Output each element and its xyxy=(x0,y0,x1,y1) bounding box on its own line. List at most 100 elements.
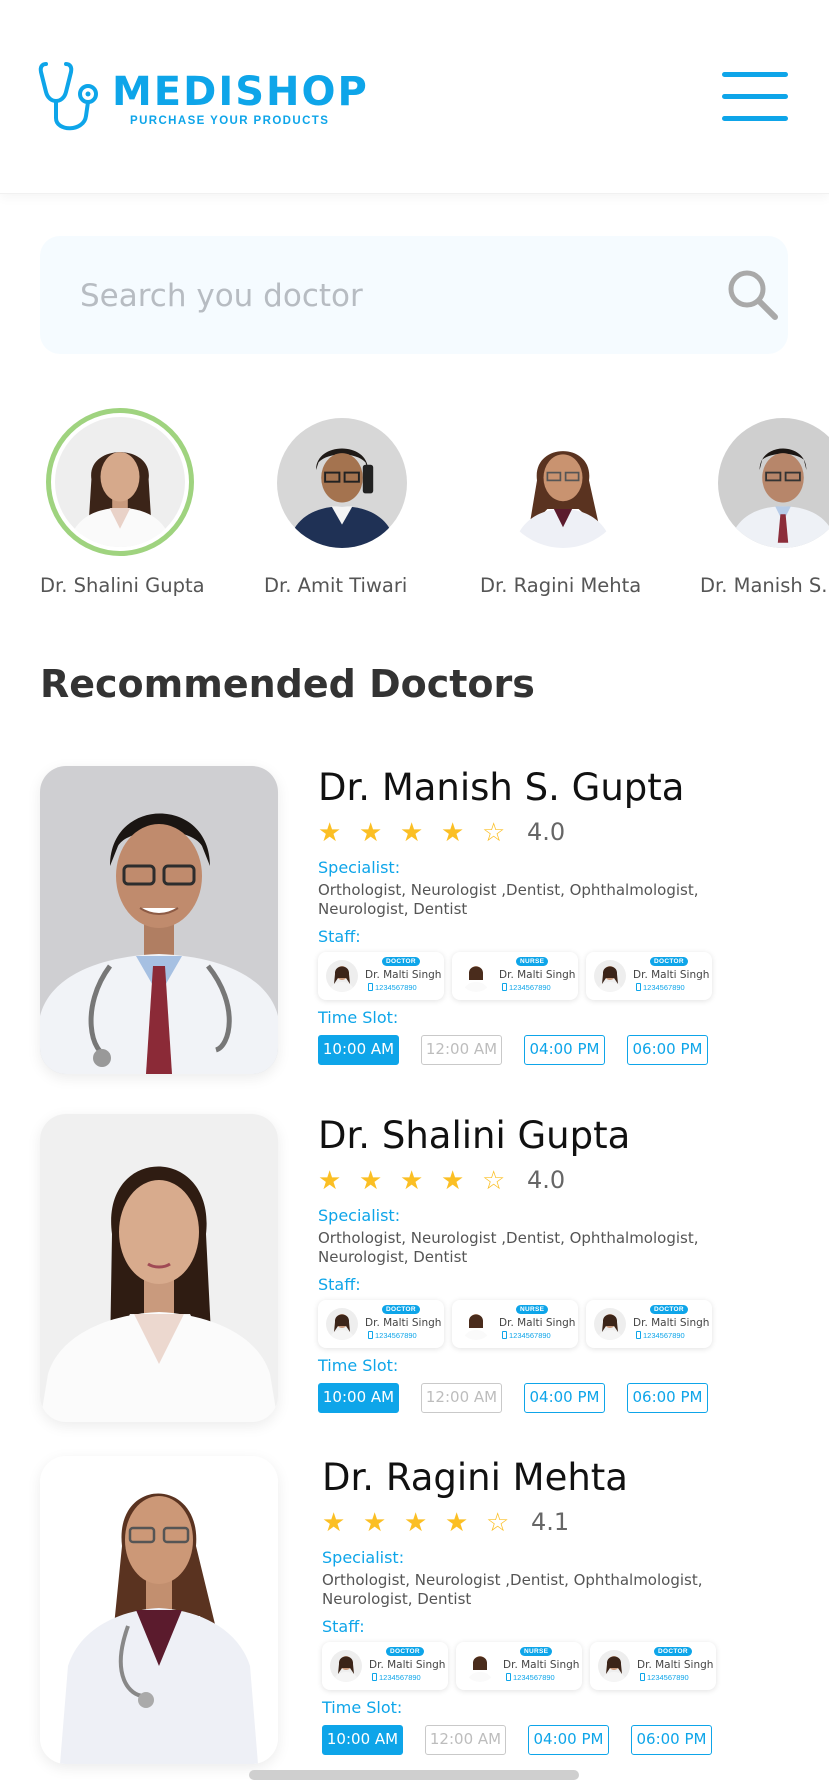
time-slot-button[interactable]: 04:00 PM xyxy=(528,1725,609,1755)
staff-role-badge: DOCTOR xyxy=(382,957,420,966)
avatar xyxy=(718,418,829,548)
time-slot-list: 10:00 AM 12:00 AM 04:00 PM 06:00 PM xyxy=(322,1725,802,1755)
staff-name: Dr. Malti Singh xyxy=(499,1317,576,1329)
staff-list: DOCTOR Dr. Malti Singh 1234567890 NURSE … xyxy=(318,952,798,1000)
star-icon: ★ xyxy=(441,1165,465,1195)
staff-phone: 1234567890 xyxy=(640,1673,689,1682)
specialist-label: Specialist: xyxy=(318,858,401,877)
time-slot-button[interactable]: 06:00 PM xyxy=(627,1035,708,1065)
rating: ★ ★ ★ ★ ☆ 4.0 xyxy=(318,1162,798,1198)
staff-list: DOCTOR Dr. Malti Singh 1234567890 NURSE … xyxy=(322,1642,802,1690)
star-icon: ★ xyxy=(363,1507,387,1537)
time-slot-label: Time Slot: xyxy=(322,1698,403,1717)
time-slot-button[interactable]: 04:00 PM xyxy=(524,1035,605,1065)
specialist-label: Specialist: xyxy=(322,1548,405,1567)
staff-role-badge: DOCTOR xyxy=(654,1647,692,1656)
time-slot-button[interactable]: 10:00 AM xyxy=(318,1035,399,1065)
staff-role-badge: DOCTOR xyxy=(650,1305,688,1314)
specialist-text: Orthologist, Neurologist ,Dentist, Ophth… xyxy=(318,1229,699,1266)
search-input[interactable] xyxy=(80,266,660,326)
specialist-label: Specialist: xyxy=(318,1206,401,1225)
time-slot-button[interactable]: 12:00 AM xyxy=(421,1383,502,1413)
staff-card[interactable]: DOCTOR Dr. Malti Singh 1234567890 xyxy=(586,952,712,1000)
time-slot-button[interactable]: 12:00 AM xyxy=(421,1035,502,1065)
avatar xyxy=(46,408,194,556)
staff-phone: 1234567890 xyxy=(506,1673,555,1682)
section-title: Recommended Doctors xyxy=(40,662,535,706)
brand-logo[interactable]: MEDISHOP PURCHASE YOUR PRODUCTS xyxy=(38,58,369,136)
staff-phone: 1234567890 xyxy=(502,983,551,992)
staff-card[interactable]: DOCTOR Dr. Malti Singh 1234567890 xyxy=(586,1300,712,1348)
staff-card[interactable]: DOCTOR Dr. Malti Singh 1234567890 xyxy=(590,1642,716,1690)
staff-label: Staff: xyxy=(322,1617,365,1636)
avatar xyxy=(326,960,358,992)
staff-card[interactable]: DOCTOR Dr. Malti Singh 1234567890 xyxy=(322,1642,448,1690)
staff-role-badge: DOCTOR xyxy=(382,1305,420,1314)
doctor-strip-item-manish[interactable]: Dr. Manish S. xyxy=(698,408,829,608)
doctor-strip-name: Dr. Manish S. xyxy=(700,574,828,597)
star-icon: ★ xyxy=(400,1165,424,1195)
star-icon: ★ xyxy=(445,1507,469,1537)
doctor-name: Dr. Manish S. Gupta xyxy=(318,766,685,809)
doctor-strip-item-ragini[interactable]: Dr. Ragini Mehta xyxy=(478,408,678,608)
doctor-strip-item-shalini[interactable]: Dr. Shalini Gupta xyxy=(40,408,242,608)
staff-card[interactable]: DOCTOR Dr. Malti Singh 1234567890 xyxy=(318,952,444,1000)
staff-phone: 1234567890 xyxy=(372,1673,421,1682)
app-header: MEDISHOP PURCHASE YOUR PRODUCTS xyxy=(0,0,829,194)
staff-name: Dr. Malti Singh xyxy=(637,1659,714,1671)
time-slot-list: 10:00 AM 12:00 AM 04:00 PM 06:00 PM xyxy=(318,1035,798,1065)
time-slot-button[interactable]: 04:00 PM xyxy=(524,1383,605,1413)
star-empty-icon: ☆ xyxy=(482,1165,506,1195)
search-icon[interactable] xyxy=(724,266,782,324)
staff-list: DOCTOR Dr. Malti Singh 1234567890 NURSE … xyxy=(318,1300,798,1348)
staff-card[interactable]: DOCTOR Dr. Malti Singh 1234567890 xyxy=(318,1300,444,1348)
staff-name: Dr. Malti Singh xyxy=(499,969,576,981)
staff-name: Dr. Malti Singh xyxy=(633,969,710,981)
time-slot-label: Time Slot: xyxy=(318,1356,399,1375)
star-empty-icon: ☆ xyxy=(482,817,506,847)
time-slot-button[interactable]: 06:00 PM xyxy=(627,1383,708,1413)
avatar xyxy=(460,960,492,992)
staff-role-badge: NURSE xyxy=(516,957,549,966)
hamburger-menu-button[interactable] xyxy=(722,72,788,122)
star-icon: ★ xyxy=(359,1165,383,1195)
staff-card[interactable]: NURSE Dr. Malti Singh 1234567890 xyxy=(456,1642,582,1690)
avatar xyxy=(594,960,626,992)
avatar xyxy=(277,418,407,548)
home-indicator[interactable] xyxy=(249,1770,579,1780)
star-empty-icon: ☆ xyxy=(486,1507,510,1537)
phone-icon xyxy=(368,1331,373,1339)
staff-card[interactable]: NURSE Dr. Malti Singh 1234567890 xyxy=(452,1300,578,1348)
star-icon: ★ xyxy=(404,1507,428,1537)
doctor-photo xyxy=(40,766,278,1074)
menu-bar-icon xyxy=(722,72,788,77)
menu-bar-icon xyxy=(722,94,788,99)
doctor-name: Dr. Ragini Mehta xyxy=(322,1456,628,1499)
time-slot-button[interactable]: 10:00 AM xyxy=(318,1383,399,1413)
avatar xyxy=(330,1650,362,1682)
time-slot-button[interactable]: 06:00 PM xyxy=(631,1725,712,1755)
star-icon: ★ xyxy=(322,1507,346,1537)
staff-phone: 1234567890 xyxy=(636,983,685,992)
star-icon: ★ xyxy=(318,1165,342,1195)
avatar xyxy=(498,418,628,548)
star-icon: ★ xyxy=(441,817,465,847)
time-slot-button[interactable]: 12:00 AM xyxy=(425,1725,506,1755)
doctor-strip-item-amit[interactable]: Dr. Amit Tiwari xyxy=(258,408,458,608)
star-icon: ★ xyxy=(318,817,342,847)
rating-value: 4.1 xyxy=(531,1508,570,1536)
staff-card[interactable]: NURSE Dr. Malti Singh 1234567890 xyxy=(452,952,578,1000)
star-icon: ★ xyxy=(400,817,424,847)
phone-icon xyxy=(636,983,641,991)
time-slot-button[interactable]: 10:00 AM xyxy=(322,1725,403,1755)
avatar xyxy=(598,1650,630,1682)
brand-tagline: PURCHASE YOUR PRODUCTS xyxy=(130,115,330,127)
phone-icon xyxy=(640,1673,645,1681)
phone-icon xyxy=(368,983,373,991)
phone-icon xyxy=(502,1331,507,1339)
staff-label: Staff: xyxy=(318,1275,361,1294)
staff-role-badge: NURSE xyxy=(516,1305,549,1314)
staff-role-badge: DOCTOR xyxy=(386,1647,424,1656)
staff-name: Dr. Malti Singh xyxy=(633,1317,710,1329)
phone-icon xyxy=(372,1673,377,1681)
